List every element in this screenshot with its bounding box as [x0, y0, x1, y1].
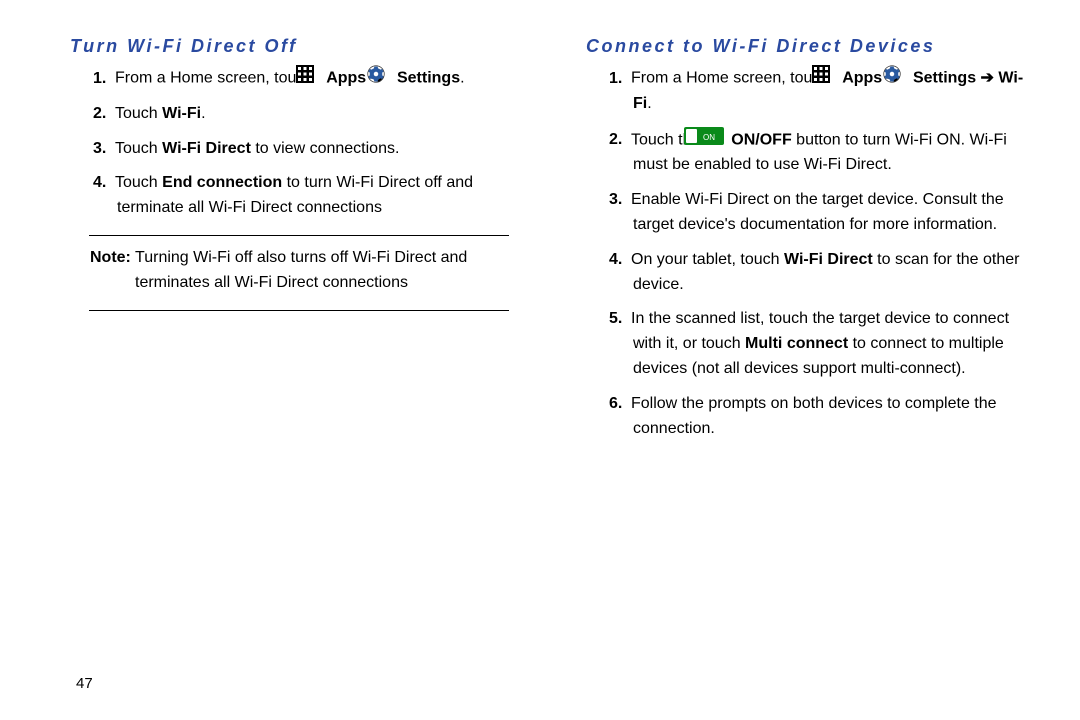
right-step-6: 6.Follow the prompts on both devices to … [609, 392, 1031, 442]
note-block: Note: Turning Wi-Fi off also turns off W… [55, 246, 515, 296]
left-step-4: 4.Touch End connection to turn Wi-Fi Dir… [93, 171, 515, 221]
right-step-1: 1.From a Home screen, touch Apps ➔ Setti… [609, 65, 1031, 117]
divider-top [89, 235, 509, 236]
right-step-5: 5.In the scanned list, touch the target … [609, 307, 1031, 381]
left-column: Turn Wi-Fi Direct Off 1.From a Home scre… [55, 30, 515, 451]
right-step-4: 4.On your tablet, touch Wi-Fi Direct to … [609, 248, 1031, 298]
left-heading: Turn Wi-Fi Direct Off [70, 36, 515, 57]
right-column: Connect to Wi-Fi Direct Devices 1.From a… [571, 30, 1031, 451]
left-step-1: 1.From a Home screen, touch Apps ➔ Setti… [93, 65, 515, 92]
right-step-2: 2.Touch the ON ON/OFF button to turn Wi-… [609, 127, 1031, 179]
left-step-3: 3.Touch Wi-Fi Direct to view connections… [93, 137, 515, 162]
right-step-3: 3.Enable Wi-Fi Direct on the target devi… [609, 188, 1031, 238]
divider-bottom [89, 310, 509, 311]
right-heading: Connect to Wi-Fi Direct Devices [586, 36, 1031, 57]
right-steps: 1.From a Home screen, touch Apps ➔ Setti… [571, 65, 1031, 441]
page-number: 47 [76, 675, 93, 692]
on-toggle-icon: ON [708, 127, 724, 154]
left-steps: 1.From a Home screen, touch Apps ➔ Setti… [55, 65, 515, 221]
svg-text:ON: ON [703, 133, 715, 142]
left-step-2: 2.Touch Wi-Fi. [93, 102, 515, 127]
